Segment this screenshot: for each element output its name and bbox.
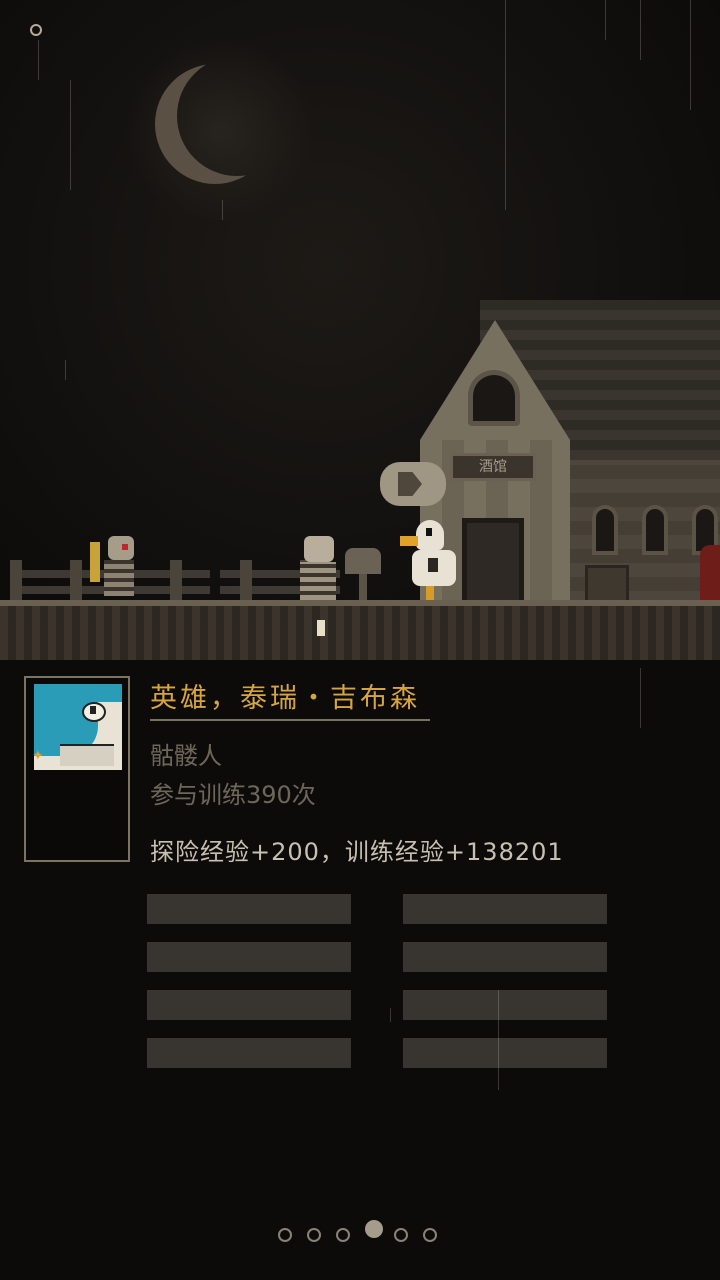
rain-streak — [390, 1008, 391, 1022]
hero-role: 骷髅人 — [150, 742, 222, 770]
red-figure-sprite — [700, 545, 720, 605]
menu-dot-icon[interactable] — [30, 24, 42, 36]
page-dot[interactable] — [336, 1228, 350, 1242]
stat-bar — [403, 990, 607, 1020]
crescent-moon — [155, 64, 275, 184]
stat-bar — [403, 1038, 607, 1068]
rain-streak — [498, 990, 499, 1090]
rain-streak — [505, 0, 506, 210]
stat-bar — [403, 942, 607, 972]
candle — [317, 620, 325, 636]
title-divider — [150, 719, 430, 721]
page-dot[interactable] — [307, 1228, 321, 1242]
rain-streak — [65, 360, 66, 380]
page-dot-active[interactable] — [365, 1220, 383, 1238]
cobblestone-ground — [0, 600, 720, 660]
rain-streak — [70, 80, 71, 190]
crate — [585, 565, 629, 605]
rain-streak — [640, 668, 641, 728]
rain-streak — [605, 0, 606, 40]
experience-summary: 探险经验+200，训练经验+138201 — [150, 838, 564, 866]
mailbox — [345, 548, 381, 574]
tavern-side-window — [642, 505, 668, 555]
tavern-window — [468, 370, 520, 426]
rain-streak — [690, 0, 691, 110]
training-count: 参与训练390次 — [150, 781, 316, 809]
stat-bar — [147, 894, 351, 924]
page-dot[interactable] — [423, 1228, 437, 1242]
hero-portrait: ✦ — [24, 676, 130, 862]
stat-bar — [147, 1038, 351, 1068]
page-dot[interactable] — [394, 1228, 408, 1242]
stat-bar — [147, 942, 351, 972]
speech-bubble — [380, 462, 446, 506]
hero-name-title: 英雄，泰瑞・吉布森 — [150, 683, 420, 714]
tavern-sign: 酒馆 — [450, 453, 536, 481]
tavern-side-window — [592, 505, 618, 555]
rain-streak — [640, 0, 641, 60]
enter-arrow-icon — [398, 472, 422, 496]
stat-bar — [403, 894, 607, 924]
duck-innkeeper-sprite — [400, 520, 470, 604]
skeleton-hero-sprite — [296, 536, 344, 600]
rain-streak — [222, 200, 223, 220]
stat-bar — [147, 990, 351, 1020]
page-dot[interactable] — [278, 1228, 292, 1242]
game-scene: 酒馆 — [0, 0, 720, 660]
skeleton-warrior-sprite — [90, 536, 148, 598]
rain-streak — [38, 40, 39, 80]
sparkle-icon: ✦ — [32, 748, 44, 764]
tavern-door — [462, 518, 524, 605]
